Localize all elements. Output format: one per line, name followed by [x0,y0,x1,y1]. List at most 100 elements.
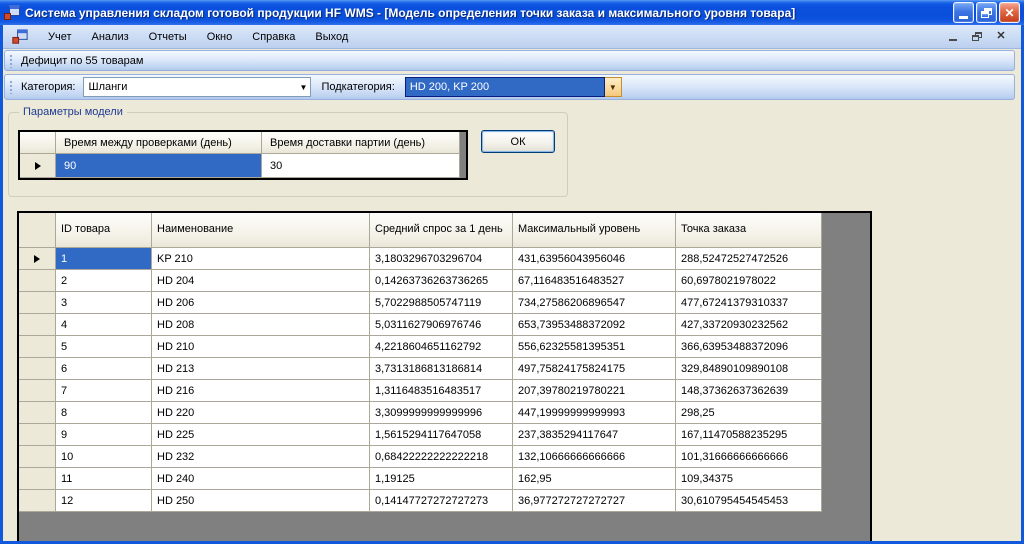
menu-otchety[interactable]: Отчеты [139,27,197,47]
menu-vykhod[interactable]: Выход [305,27,358,47]
grid-cell[interactable]: HD 204 [152,270,370,292]
grid-cell[interactable]: 497,75824175824175 [513,358,676,380]
grid-cell[interactable]: 556,62325581395351 [513,336,676,358]
grid-cell[interactable]: KP 210 [152,248,370,270]
grid-cell[interactable]: HD 250 [152,490,370,512]
row-header[interactable] [19,490,56,512]
row-header[interactable] [19,380,56,402]
row-header[interactable] [19,292,56,314]
menu-spravka[interactable]: Справка [242,27,305,47]
grid-cell[interactable]: 329,84890109890108 [676,358,822,380]
grid-cell[interactable]: 237,3835294117647 [513,424,676,446]
grid-cell[interactable]: 207,39780219780221 [513,380,676,402]
grid-cell[interactable]: 427,33720930232562 [676,314,822,336]
row-header[interactable] [19,358,56,380]
grid-cell[interactable]: 3,7313186813186814 [370,358,513,380]
grid-cell[interactable]: 148,37362637362639 [676,380,822,402]
grid-cell[interactable]: 2 [56,270,152,292]
col-name[interactable]: Наименование [152,213,370,248]
mdi-restore-button[interactable] [969,30,985,44]
grid-cell[interactable]: 11 [56,468,152,490]
grid-cell[interactable]: 1,19125 [370,468,513,490]
grid-cell[interactable]: 0,14147727272727273 [370,490,513,512]
row-header[interactable] [19,270,56,292]
params-col-check-interval[interactable]: Время между проверками (день) [56,132,262,154]
grid-cell[interactable]: 8 [56,402,152,424]
grid-corner-header[interactable] [19,213,56,248]
grid-cell[interactable]: HD 225 [152,424,370,446]
close-button[interactable]: ✕ [999,2,1020,23]
chevron-down-icon[interactable]: ▼ [296,83,310,92]
subcategory-combobox[interactable]: HD 200, KP 200 [404,77,605,97]
check-interval-cell[interactable]: 90 [56,154,262,178]
row-header[interactable] [19,314,56,336]
grid-cell[interactable]: 12 [56,490,152,512]
grid-cell[interactable]: HD 208 [152,314,370,336]
grid-cell[interactable]: 298,25 [676,402,822,424]
grid-cell[interactable]: 447,19999999999993 [513,402,676,424]
grid-cell[interactable]: 0,14263736263736265 [370,270,513,292]
grid-cell[interactable]: 67,116483516483527 [513,270,676,292]
grid-cell[interactable]: 1,5615294117647058 [370,424,513,446]
row-header[interactable] [19,424,56,446]
grid-cell[interactable]: 1 [56,248,152,270]
grid-cell[interactable]: 7 [56,380,152,402]
grid-cell[interactable]: 9 [56,424,152,446]
mdi-close-button[interactable]: ✕ [993,30,1009,44]
mdi-minimize-button[interactable] [945,30,961,44]
grid-cell[interactable]: 366,63953488372096 [676,336,822,358]
grid-cell[interactable]: HD 213 [152,358,370,380]
grid-cell[interactable]: 5 [56,336,152,358]
params-row-header[interactable] [20,154,56,178]
grid-cell[interactable]: HD 206 [152,292,370,314]
col-reorder-point[interactable]: Точка заказа [676,213,822,248]
grid-cell[interactable]: 653,73953488372092 [513,314,676,336]
row-header[interactable] [19,336,56,358]
grid-cell[interactable]: 431,63956043956046 [513,248,676,270]
grid-cell[interactable]: HD 210 [152,336,370,358]
toolstrip-grip[interactable] [9,53,13,68]
grid-cell[interactable]: 60,6978021978022 [676,270,822,292]
col-avg-demand[interactable]: Средний спрос за 1 день [370,213,513,248]
row-header[interactable] [19,468,56,490]
toolstrip-grip[interactable] [9,80,13,94]
grid-cell[interactable]: HD 240 [152,468,370,490]
grid-cell[interactable]: 0,68422222222222218 [370,446,513,468]
ok-button[interactable]: ОК [481,130,555,153]
grid-cell[interactable]: 1,3116483516483517 [370,380,513,402]
grid-cell[interactable]: 3,3099999999999996 [370,402,513,424]
menu-analiz[interactable]: Анализ [82,27,139,47]
grid-cell[interactable]: 4,2218604651162792 [370,336,513,358]
col-max-level[interactable]: Максимальный уровень [513,213,676,248]
grid-cell[interactable]: 3 [56,292,152,314]
subcategory-dropdown-button[interactable]: ▼ [604,77,622,97]
row-header[interactable] [19,402,56,424]
grid-cell[interactable]: 162,95 [513,468,676,490]
grid-cell[interactable]: 167,11470588235295 [676,424,822,446]
grid-cell[interactable]: 30,610795454545453 [676,490,822,512]
grid-cell[interactable]: 36,977272727272727 [513,490,676,512]
grid-cell[interactable]: 132,10666666666666 [513,446,676,468]
minimize-button[interactable] [953,2,974,23]
grid-cell[interactable]: 101,31666666666666 [676,446,822,468]
params-corner-header[interactable] [20,132,56,154]
grid-cell[interactable]: 6 [56,358,152,380]
grid-cell[interactable]: 109,34375 [676,468,822,490]
grid-cell[interactable]: 477,67241379310337 [676,292,822,314]
grid-cell[interactable]: HD 220 [152,402,370,424]
grid-cell[interactable]: 3,1803296703296704 [370,248,513,270]
grid-cell[interactable]: 734,27586206896547 [513,292,676,314]
grid-cell[interactable]: HD 232 [152,446,370,468]
grid-cell[interactable]: 288,52472527472526 [676,248,822,270]
params-col-delivery-time[interactable]: Время доставки партии (день) [262,132,460,154]
grid-cell[interactable]: 10 [56,446,152,468]
row-header[interactable] [19,446,56,468]
col-id[interactable]: ID товара [56,213,152,248]
delivery-time-cell[interactable]: 30 [262,154,460,178]
menu-uchet[interactable]: Учет [38,27,82,47]
category-combobox[interactable]: Шланги ▼ [83,77,312,97]
menu-okno[interactable]: Окно [197,27,243,47]
grid-cell[interactable]: HD 216 [152,380,370,402]
grid-cell[interactable]: 5,0311627906976746 [370,314,513,336]
grid-cell[interactable]: 5,7022988505747119 [370,292,513,314]
